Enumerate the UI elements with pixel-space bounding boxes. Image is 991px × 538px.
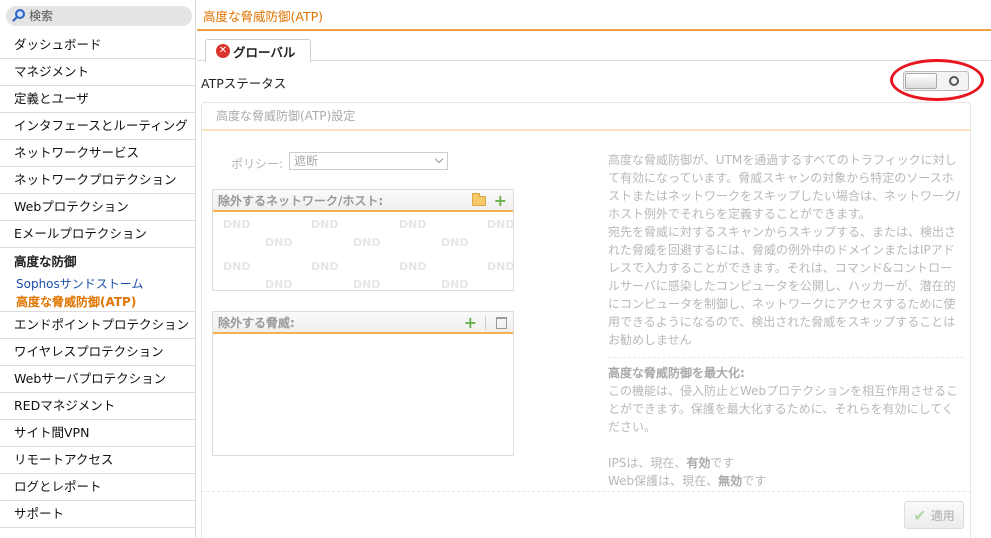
web-suffix: です bbox=[742, 474, 767, 488]
dnd-placeholder: DND bbox=[487, 260, 513, 273]
help-text: 高度な脅威防御が、UTMを通過するすべてのトラフィックに対して有効になっています… bbox=[608, 151, 964, 490]
exclude-network-title: 除外するネットワーク/ホスト: bbox=[218, 194, 384, 208]
trash-icon[interactable] bbox=[496, 317, 507, 329]
policy-select[interactable]: 遮断 bbox=[289, 152, 448, 170]
sidebar-item[interactable]: リモートアクセス bbox=[0, 447, 195, 474]
divider bbox=[608, 357, 964, 358]
sidebar-item[interactable]: マネジメント bbox=[0, 59, 195, 86]
dnd-placeholder: DND bbox=[353, 236, 381, 249]
sidebar-item[interactable]: ネットワークサービス bbox=[0, 140, 195, 167]
exclude-network-box: 除外するネットワーク/ホスト: + DND DND DND DND DND DND DND D… bbox=[212, 189, 514, 291]
ips-suffix: です bbox=[710, 456, 735, 470]
dnd-placeholder: DND bbox=[399, 260, 427, 273]
apply-button[interactable]: ✔ 適用 bbox=[904, 501, 964, 529]
sidebar-item[interactable]: サイト間VPN bbox=[0, 420, 195, 447]
sidebar-group-advanced-protection: 高度な防御 Sophosサンドストーム 高度な脅威防御(ATP) bbox=[0, 248, 195, 312]
atp-status-label: ATPステータス bbox=[201, 76, 287, 91]
dnd-placeholder: DND bbox=[353, 278, 381, 288]
web-state: 無効 bbox=[718, 474, 743, 488]
atp-settings-panel: 高度な脅威防御(ATP)設定 ポリシー: 遮断 除外するネットワーク/ホスト: … bbox=[201, 102, 971, 538]
chevron-down-icon bbox=[434, 154, 444, 164]
search-bar bbox=[0, 0, 195, 32]
sidebar-item[interactable]: エンドポイントプロテクション bbox=[0, 312, 195, 339]
panel-title: 高度な脅威防御(ATP)設定 bbox=[202, 103, 970, 131]
search-icon bbox=[12, 9, 26, 23]
dnd-placeholder: DND bbox=[311, 218, 339, 231]
page-title: 高度な脅威防御(ATP) bbox=[197, 0, 991, 31]
sidebar-item[interactable]: ワイヤレスプロテクション bbox=[0, 339, 195, 366]
help-max-text: この機能は、侵入防止とWebプロテクションを相互作用させることができます。保護を… bbox=[608, 384, 959, 434]
sidebar-item[interactable]: ダッシュボード bbox=[0, 32, 195, 59]
tab-bar: ✕ グローバル bbox=[197, 33, 991, 62]
sidebar: ダッシュボードマネジメント定義とユーザインタフェースとルーティングネットワークサ… bbox=[0, 0, 196, 538]
ips-state: 有効 bbox=[686, 456, 711, 470]
add-network-icon[interactable]: + bbox=[494, 190, 507, 212]
sidebar-item[interactable]: Webサーバプロテクション bbox=[0, 366, 195, 393]
dnd-placeholder: DND bbox=[265, 236, 293, 249]
dnd-placeholder: DND bbox=[311, 260, 339, 273]
tab-label: グローバル bbox=[233, 44, 296, 60]
folder-icon[interactable] bbox=[471, 193, 486, 206]
sidebar-item[interactable]: Webプロテクション bbox=[0, 194, 195, 221]
sidebar-subitem-atp[interactable]: 高度な脅威防御(ATP) bbox=[14, 294, 195, 312]
dnd-placeholder: DND bbox=[265, 278, 293, 288]
dnd-placeholder: DND bbox=[441, 236, 469, 249]
dnd-placeholder: DND bbox=[223, 260, 251, 273]
web-prefix: Web保護は、現在、 bbox=[608, 474, 719, 488]
sidebar-item[interactable]: ネットワークプロテクション bbox=[0, 167, 195, 194]
divider bbox=[202, 491, 970, 492]
help-max-title: 高度な脅威防御を最大化: bbox=[608, 366, 745, 380]
exclude-threat-box: 除外する脅威: + bbox=[212, 311, 514, 456]
sidebar-item[interactable]: ログとレポート bbox=[0, 474, 195, 501]
search-input[interactable] bbox=[29, 9, 179, 23]
dnd-placeholder: DND bbox=[441, 278, 469, 288]
check-icon: ✔ bbox=[913, 505, 927, 525]
toolbar-divider bbox=[485, 316, 486, 330]
apply-label: 適用 bbox=[930, 508, 955, 523]
sidebar-subitem-sandstorm[interactable]: Sophosサンドストーム bbox=[14, 276, 195, 294]
sidebar-item[interactable]: サポート bbox=[0, 501, 195, 528]
policy-value: 遮断 bbox=[294, 154, 319, 168]
add-threat-icon[interactable]: + bbox=[464, 312, 477, 334]
search-box[interactable] bbox=[6, 6, 192, 26]
dnd-placeholder: DND bbox=[399, 218, 427, 231]
tab-global[interactable]: ✕ グローバル bbox=[205, 39, 311, 62]
help-paragraph-1: 高度な脅威防御が、UTMを通過するすべてのトラフィックに対して有効になっています… bbox=[608, 153, 961, 221]
sidebar-item[interactable]: Eメールプロテクション bbox=[0, 221, 195, 248]
sidebar-group-title[interactable]: 高度な防御 bbox=[14, 254, 195, 276]
sidebar-item[interactable]: REDマネジメント bbox=[0, 393, 195, 420]
exclude-threat-title: 除外する脅威: bbox=[218, 316, 295, 330]
sidebar-item[interactable]: 定義とユーザ bbox=[0, 86, 195, 113]
help-paragraph-2: 宛先を脅威に対するスキャンからスキップする、または、検出された脅威を回避するには… bbox=[608, 225, 957, 347]
close-circle-icon: ✕ bbox=[216, 44, 230, 58]
network-dnd-area[interactable]: DND DND DND DND DND DND DND DND DND DND DND DND DND D… bbox=[213, 212, 513, 288]
policy-label: ポリシー: bbox=[231, 157, 284, 171]
dnd-placeholder: DND bbox=[223, 218, 251, 231]
ips-prefix: IPSは、現在、 bbox=[608, 456, 687, 470]
dnd-placeholder: DND bbox=[487, 218, 513, 231]
highlight-annotation bbox=[890, 59, 984, 101]
sidebar-item[interactable]: インタフェースとルーティング bbox=[0, 113, 195, 140]
